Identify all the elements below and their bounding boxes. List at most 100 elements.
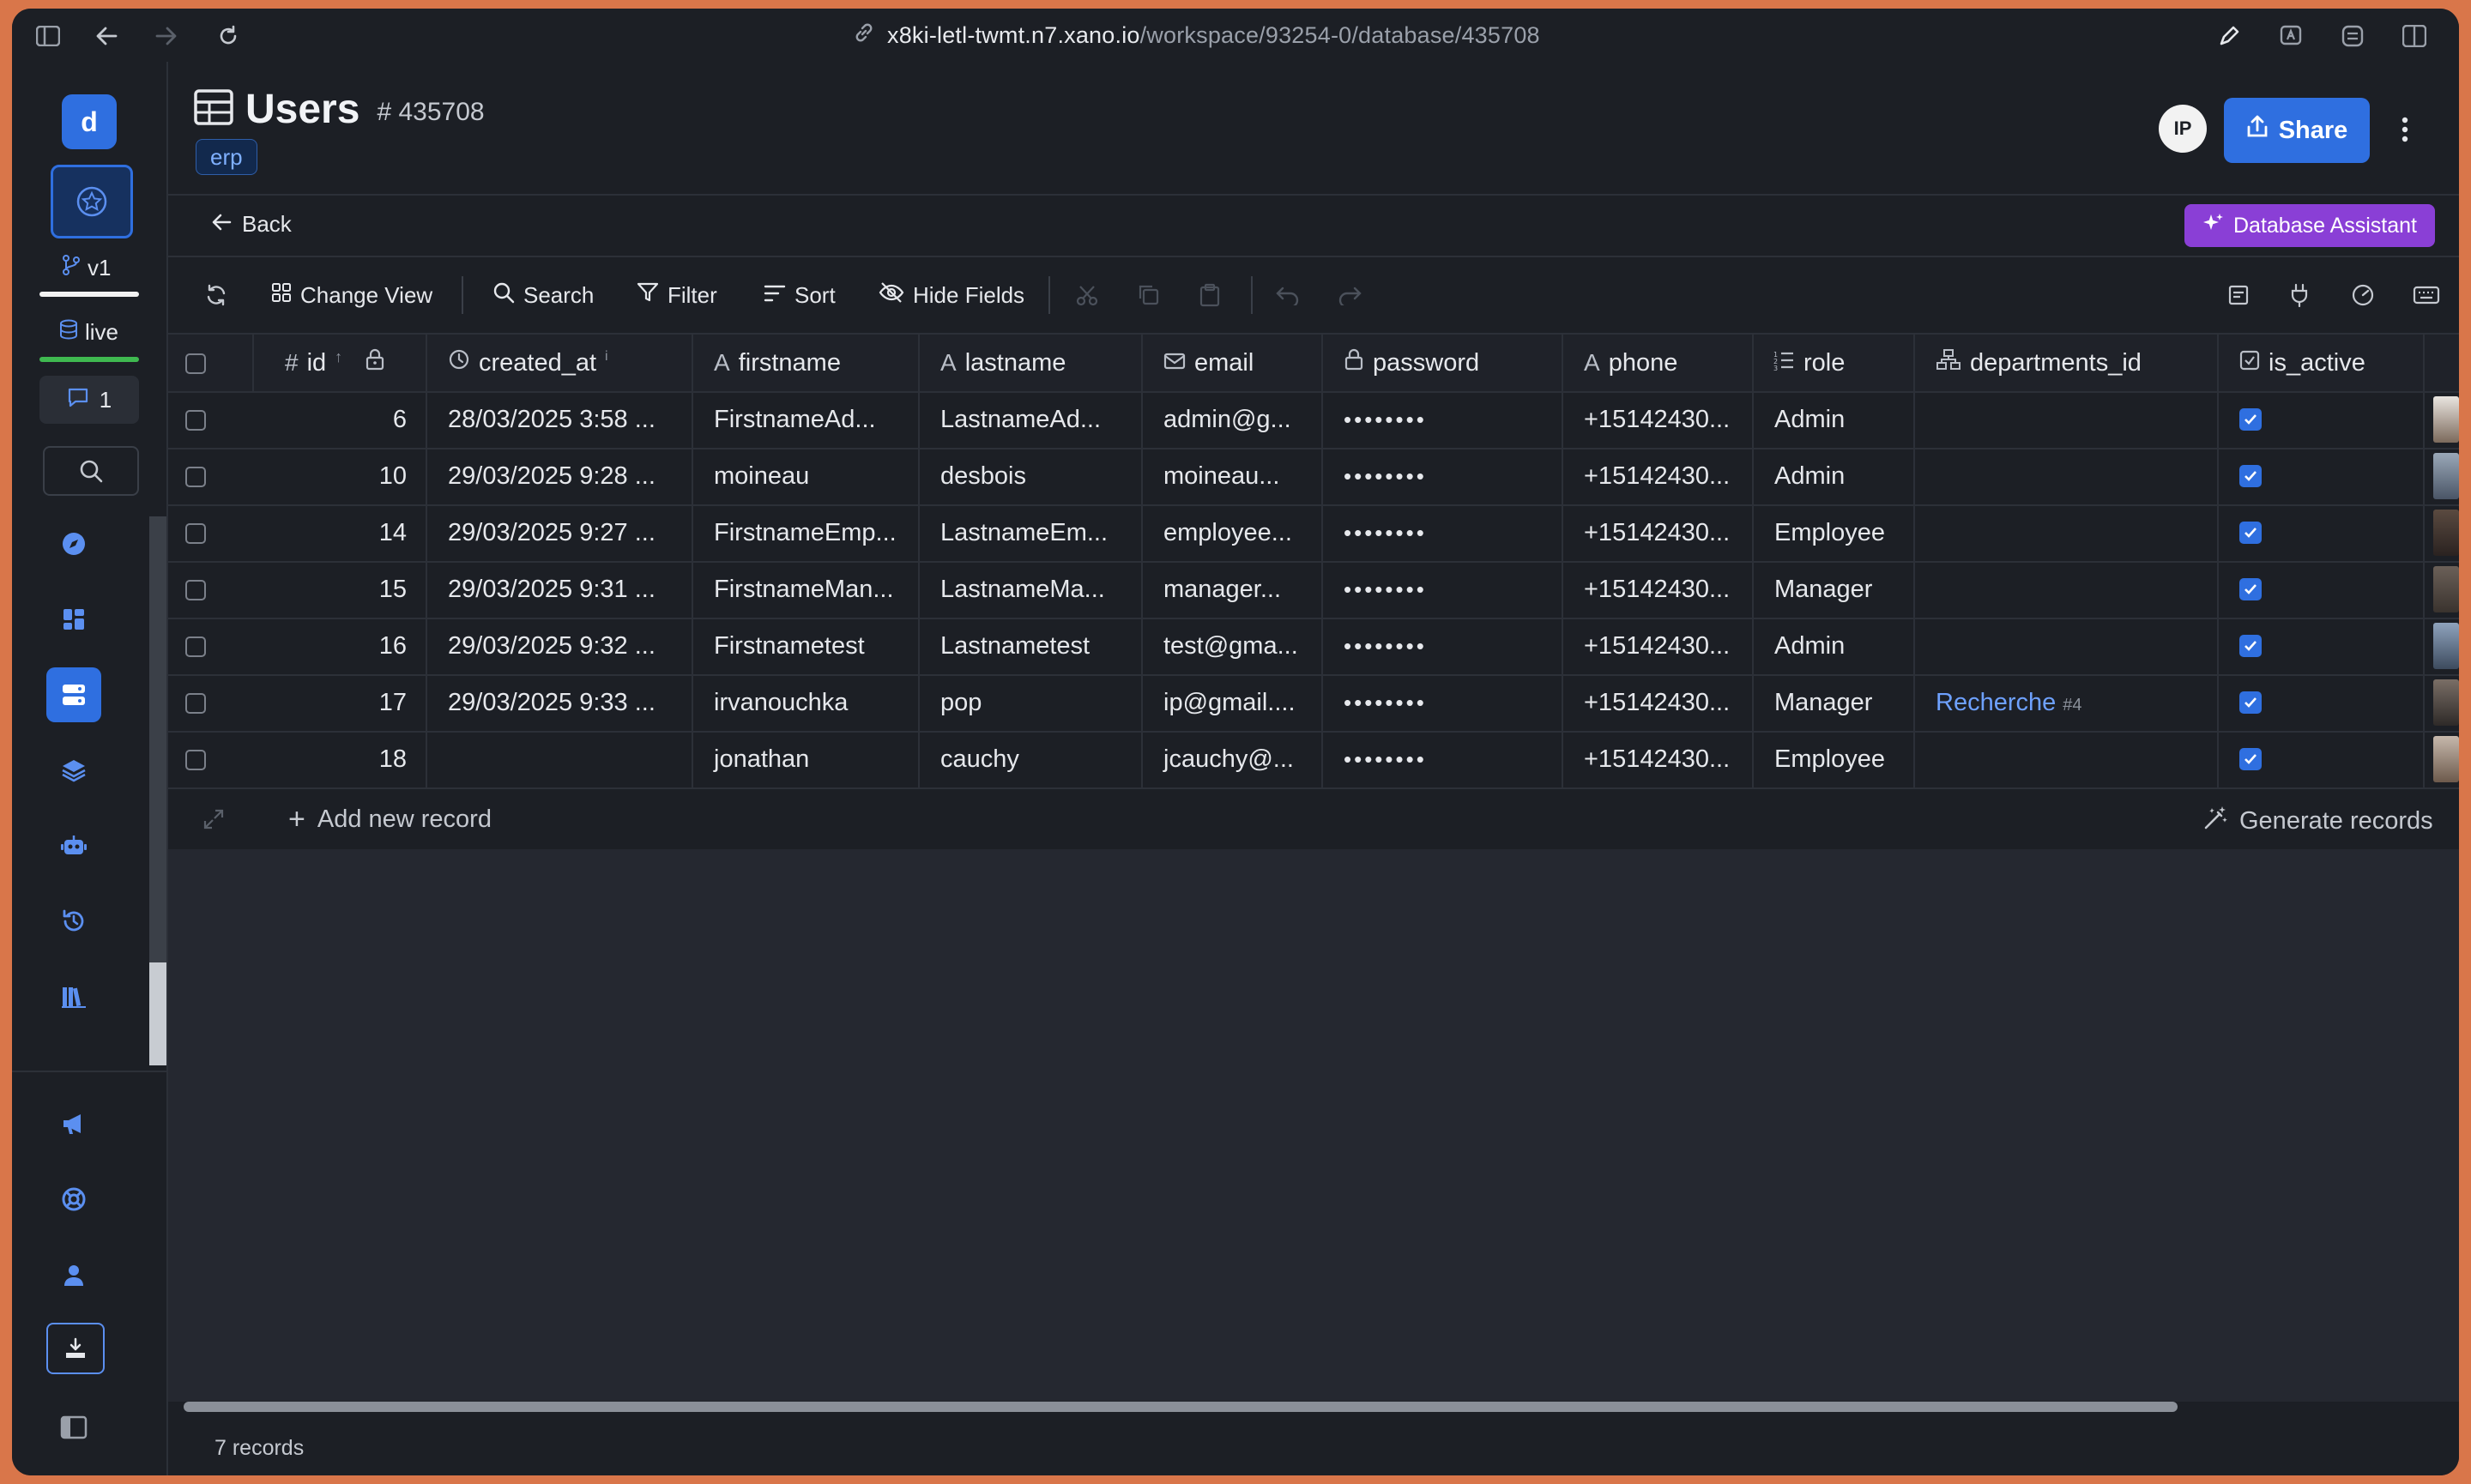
cell-created-at[interactable]: 29/03/2025 9:32 ... xyxy=(427,618,693,674)
cell-role[interactable]: Employee xyxy=(1754,731,1915,787)
expand-icon[interactable] xyxy=(202,808,225,835)
generate-records-button[interactable]: Generate records xyxy=(2203,805,2433,837)
cell-lastname[interactable]: LastnameMa... xyxy=(920,561,1143,618)
table-tag[interactable]: erp xyxy=(196,139,257,175)
cell-email[interactable]: jcauchy@... xyxy=(1143,731,1323,787)
cell-lastname[interactable]: desbois xyxy=(920,448,1143,504)
extensions-icon[interactable] xyxy=(2335,19,2370,53)
cell-phone[interactable]: +15142430... xyxy=(1563,674,1754,731)
active-checkbox[interactable] xyxy=(2239,522,2262,544)
undo-icon[interactable] xyxy=(1275,278,1301,312)
cell-created-at[interactable]: 29/03/2025 9:31 ... xyxy=(427,561,693,618)
horizontal-scrollbar[interactable] xyxy=(184,1402,2178,1412)
cell-email[interactable]: employee... xyxy=(1143,504,1323,561)
column-header-is-active[interactable]: is_active xyxy=(2219,335,2425,391)
cut-icon[interactable] xyxy=(1076,278,1098,312)
sort-button[interactable]: Sort xyxy=(764,278,836,312)
photo-thumbnail[interactable] xyxy=(2433,510,2459,556)
cell-password[interactable]: •••••••• xyxy=(1323,674,1563,731)
cell-is-active[interactable] xyxy=(2219,504,2425,561)
photo-thumbnail[interactable] xyxy=(2433,679,2459,726)
cell-is-active[interactable] xyxy=(2219,561,2425,618)
cell-firstname[interactable]: moineau xyxy=(693,448,920,504)
cell-lastname[interactable]: LastnameAd... xyxy=(920,391,1143,448)
cell-departments-id[interactable] xyxy=(1915,731,2219,787)
pen-icon[interactable] xyxy=(2212,19,2246,53)
workspace-avatar[interactable]: d xyxy=(62,94,117,149)
row-checkbox[interactable] xyxy=(185,523,206,544)
row-checkbox[interactable] xyxy=(185,750,206,770)
cell-phone[interactable]: +15142430... xyxy=(1563,504,1754,561)
column-header-password[interactable]: password xyxy=(1323,335,1563,391)
user-icon[interactable] xyxy=(46,1247,101,1302)
cell-password[interactable]: •••••••• xyxy=(1323,731,1563,787)
photo-thumbnail[interactable] xyxy=(2433,396,2459,443)
active-checkbox[interactable] xyxy=(2239,748,2262,770)
cell-created-at[interactable]: 29/03/2025 9:33 ... xyxy=(427,674,693,731)
cell-role[interactable]: Employee xyxy=(1754,504,1915,561)
column-header-role[interactable]: 123 role xyxy=(1754,335,1915,391)
column-header-image[interactable] xyxy=(2425,335,2459,391)
cell-is-active[interactable] xyxy=(2219,391,2425,448)
form-icon[interactable] xyxy=(2227,278,2250,312)
avatar[interactable]: IP xyxy=(2159,105,2207,153)
branch-selector[interactable]: v1 xyxy=(62,255,111,281)
cell-role[interactable]: Admin xyxy=(1754,448,1915,504)
translate-icon[interactable] xyxy=(2274,19,2308,53)
sidebar-toggle-icon[interactable] xyxy=(31,19,65,53)
cell-email[interactable]: test@gma... xyxy=(1143,618,1323,674)
cell-firstname[interactable]: FirstnameAd... xyxy=(693,391,920,448)
filter-button[interactable]: Filter xyxy=(637,278,717,312)
paste-icon[interactable] xyxy=(1199,278,1220,312)
cell-firstname[interactable]: FirstnameEmp... xyxy=(693,504,920,561)
cell-lastname[interactable]: cauchy xyxy=(920,731,1143,787)
rail-scroll-thumb[interactable] xyxy=(149,962,166,1065)
layers-icon[interactable] xyxy=(46,743,101,798)
column-header-firstname[interactable]: A firstname xyxy=(693,335,920,391)
department-link[interactable]: Recherche xyxy=(1936,689,2056,717)
cell-password[interactable]: •••••••• xyxy=(1323,618,1563,674)
dashboard-icon[interactable] xyxy=(46,592,101,647)
cell-firstname[interactable]: jonathan xyxy=(693,731,920,787)
search-button[interactable]: Search xyxy=(492,278,594,312)
row-checkbox[interactable] xyxy=(185,467,206,487)
cell-is-active[interactable] xyxy=(2219,448,2425,504)
redo-icon[interactable] xyxy=(1337,278,1362,312)
cell-role[interactable]: Admin xyxy=(1754,618,1915,674)
cell-is-active[interactable] xyxy=(2219,731,2425,787)
change-view-button[interactable]: Change View xyxy=(271,278,432,312)
cell-phone[interactable]: +15142430... xyxy=(1563,731,1754,787)
photo-thumbnail[interactable] xyxy=(2433,566,2459,612)
cell-departments-id[interactable]: Recherche #4 xyxy=(1915,674,2219,731)
column-header-phone[interactable]: A phone xyxy=(1563,335,1754,391)
column-header-departments-id[interactable]: departments_id xyxy=(1915,335,2219,391)
select-all-checkbox[interactable] xyxy=(185,353,206,374)
cell-departments-id[interactable] xyxy=(1915,504,2219,561)
cell-id[interactable]: 14 xyxy=(254,504,427,561)
forward-arrow-icon[interactable] xyxy=(149,19,184,53)
panel-toggle-icon[interactable] xyxy=(46,1400,101,1455)
cell-departments-id[interactable] xyxy=(1915,561,2219,618)
share-button[interactable]: Share xyxy=(2224,98,2370,163)
active-checkbox[interactable] xyxy=(2239,635,2262,657)
cell-is-active[interactable] xyxy=(2219,618,2425,674)
help-lifebuoy-icon[interactable] xyxy=(46,1172,101,1227)
gauge-icon[interactable] xyxy=(2351,278,2375,312)
cell-id[interactable]: 15 xyxy=(254,561,427,618)
cell-id[interactable]: 6 xyxy=(254,391,427,448)
cell-created-at[interactable]: 28/03/2025 3:58 ... xyxy=(427,391,693,448)
column-header-lastname[interactable]: A lastname xyxy=(920,335,1143,391)
row-checkbox[interactable] xyxy=(185,636,206,657)
compass-icon[interactable] xyxy=(46,516,101,571)
cell-id[interactable]: 10 xyxy=(254,448,427,504)
column-header-created-at[interactable]: created_at i xyxy=(427,335,693,391)
cell-id[interactable]: 17 xyxy=(254,674,427,731)
back-button[interactable]: Back xyxy=(211,211,292,238)
table-row[interactable]: 6 28/03/2025 3:58 ... FirstnameAd... Las… xyxy=(168,391,2459,449)
photo-thumbnail[interactable] xyxy=(2433,623,2459,669)
reload-icon[interactable] xyxy=(211,19,245,53)
cell-phone[interactable]: +15142430... xyxy=(1563,391,1754,448)
cell-email[interactable]: moineau... xyxy=(1143,448,1323,504)
cell-password[interactable]: •••••••• xyxy=(1323,561,1563,618)
column-header-id[interactable]: # id ↑ xyxy=(254,335,427,391)
